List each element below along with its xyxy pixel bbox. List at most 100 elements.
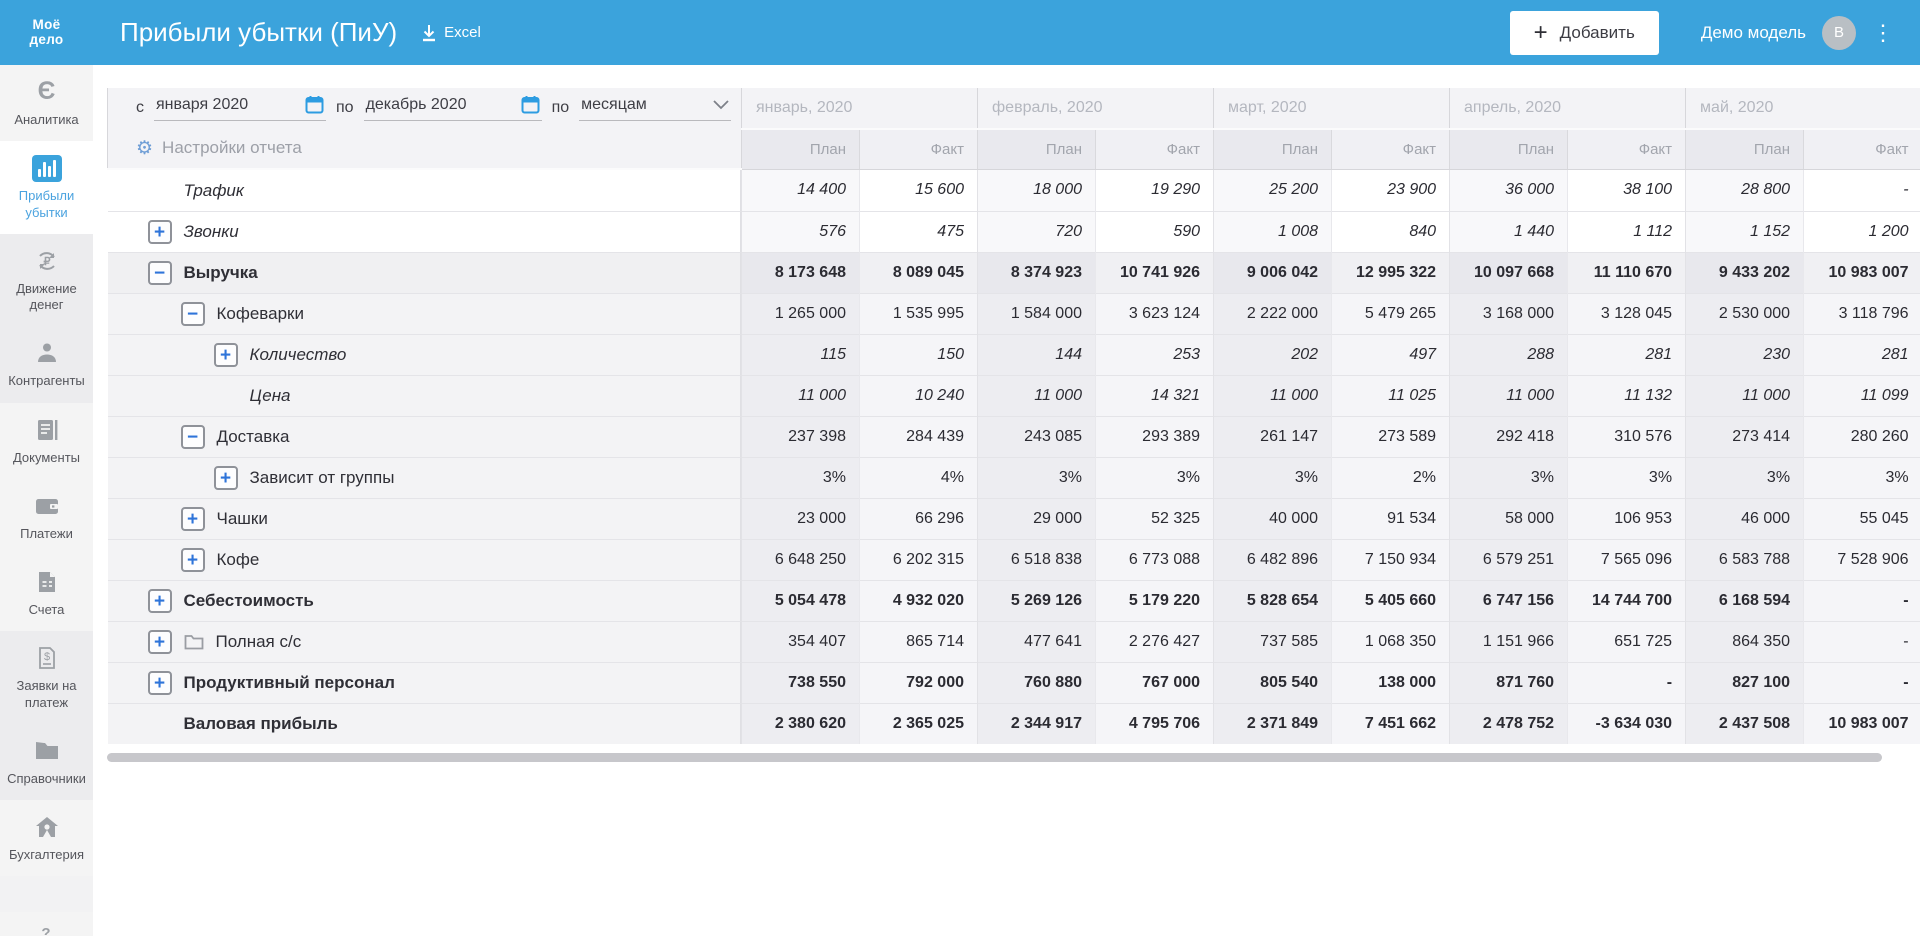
add-button[interactable]: + Добавить <box>1509 10 1659 55</box>
row-label: Продуктивный персонал <box>183 673 395 692</box>
wallet-icon <box>33 492 61 520</box>
fact-cell: - <box>1803 169 1920 211</box>
fact-cell: 310 576 <box>1567 415 1686 457</box>
question-hand-icon: ? <box>34 925 60 936</box>
fact-cell: 106 953 <box>1567 497 1686 539</box>
expand-button[interactable]: + <box>213 343 238 367</box>
collapse-button[interactable]: − <box>180 302 205 326</box>
sidebar-item-directories[interactable]: Справочники <box>0 723 93 800</box>
model-selector[interactable]: Демо модель <box>1701 23 1806 43</box>
sidebar-item-payment-requests[interactable]: $ Заявки на платеж <box>0 631 93 724</box>
sidebar-item-training[interactable]: ? Обучение <box>0 912 93 936</box>
row-label: Кофе <box>216 550 260 569</box>
sidebar-item-cash-flow[interactable]: ₽ Движение денег <box>0 233 93 327</box>
period-select[interactable]: месяцам <box>579 95 732 121</box>
fact-cell: 7 150 934 <box>1331 538 1450 580</box>
folder-icon <box>33 737 61 765</box>
horizontal-scrollbar[interactable] <box>107 753 1882 762</box>
sidebar-item-accounting[interactable]: Бухгалтерия <box>0 800 93 877</box>
date-to-input[interactable]: декабрь 2020 <box>363 95 542 121</box>
fact-cell: 7 451 662 <box>1331 702 1450 744</box>
sidebar-item-label: Платежи <box>20 525 73 541</box>
plan-cell: 1 440 <box>1449 210 1568 252</box>
fact-cell: 590 <box>1094 210 1214 252</box>
plan-cell: 6 579 251 <box>1449 538 1568 580</box>
plan-cell: 8 374 923 <box>977 251 1096 293</box>
expand-button[interactable]: + <box>147 589 172 613</box>
plan-cell: 144 <box>977 333 1096 375</box>
month-header: март, 2020 <box>1213 88 1450 130</box>
logo-line2: дело <box>29 31 64 47</box>
fact-cell: 6 773 088 <box>1094 538 1214 580</box>
plan-cell: 230 <box>1685 333 1804 375</box>
date-from-input[interactable]: января 2020 <box>154 95 326 121</box>
plan-cell: 576 <box>741 210 860 252</box>
sidebar-item-counterparties[interactable]: Контрагенты <box>0 326 93 403</box>
row-label: Выручка <box>183 263 258 282</box>
table-row: − Кофеварки 1 265 000 1 535 995 1 584 000 3 6… <box>107 292 1920 334</box>
fact-cell: 253 <box>1094 333 1214 375</box>
expand-button[interactable]: + <box>147 671 172 695</box>
plan-cell: 243 085 <box>977 415 1096 457</box>
app-logo[interactable]: Моё дело <box>0 17 93 48</box>
from-label: с <box>136 99 144 116</box>
date-from-value: января 2020 <box>156 95 249 113</box>
plan-cell: 1 152 <box>1685 210 1804 252</box>
plan-cell: 11 000 <box>1449 374 1568 416</box>
fact-cell: 7 565 096 <box>1567 538 1686 580</box>
expand-button[interactable]: + <box>180 548 205 572</box>
plan-cell: 11 000 <box>1685 374 1804 416</box>
collapse-button[interactable]: − <box>180 425 205 449</box>
plan-cell: 261 147 <box>1213 415 1332 457</box>
row-label-cell: + Зависит от группы <box>107 457 741 498</box>
home-icon <box>33 813 61 841</box>
svg-text:?: ? <box>41 925 50 936</box>
svg-text:₽: ₽ <box>43 256 50 268</box>
row-label-cell: − Кофеварки <box>107 293 741 334</box>
avatar[interactable]: B <box>1822 15 1856 50</box>
sidebar-item-invoices[interactable]: Счета <box>0 555 93 632</box>
plan-cell: 1 584 000 <box>977 292 1096 334</box>
row-label: Доставка <box>216 427 290 446</box>
expand-button[interactable]: + <box>147 630 172 654</box>
fact-cell: 10 983 007 <box>1803 251 1920 293</box>
calendar-icon[interactable] <box>521 95 540 114</box>
row-label-cell: − Выручка <box>107 252 741 293</box>
plan-cell: 115 <box>741 333 860 375</box>
fact-cell: 293 389 <box>1094 415 1214 457</box>
report-settings-link[interactable]: ⚙ Настройки отчета <box>122 128 741 168</box>
expand-button[interactable]: + <box>213 466 238 490</box>
subheader-fact: Факт <box>859 128 978 170</box>
table-row: + Зависит от группы 3% 4% 3% 3% 3% 2% 3% 3% 3% 3% <box>107 456 1920 498</box>
expand-button[interactable]: + <box>147 220 172 244</box>
row-label: Себестоимость <box>183 591 314 610</box>
period-value: месяцам <box>581 95 647 113</box>
fact-cell: 55 045 <box>1803 497 1920 539</box>
plan-cell: 2 371 849 <box>1213 702 1332 744</box>
fact-cell: 280 260 <box>1803 415 1920 457</box>
row-label-cell: + Себестоимость <box>107 580 741 621</box>
excel-export-button[interactable]: Excel <box>421 24 481 42</box>
sidebar-item-analytics[interactable]: Є Аналитика <box>0 65 93 142</box>
sidebar-item-profit-loss[interactable]: Прибыли убытки <box>0 141 93 234</box>
row-label: Трафик <box>183 180 244 200</box>
subheader-plan: План <box>1685 128 1804 170</box>
fact-cell: 14 321 <box>1094 374 1214 416</box>
plan-cell: 58 000 <box>1449 497 1568 539</box>
plan-cell: 2 437 508 <box>1685 702 1804 744</box>
kebab-menu-icon[interactable]: ⋮ <box>1872 21 1894 44</box>
table-row: − Выручка 8 173 648 8 089 045 8 374 923 10 74… <box>107 251 1920 293</box>
calendar-icon[interactable] <box>305 95 324 114</box>
download-icon <box>421 24 437 42</box>
plan-cell: 6 648 250 <box>741 538 860 580</box>
table-row: + Продуктивный персонал 738 550 792 000 760 … <box>107 661 1920 703</box>
sidebar-item-payments[interactable]: Платежи <box>0 478 93 555</box>
fact-cell: 4 795 706 <box>1094 702 1214 744</box>
table-row: + Звонки 576 475 720 590 1 008 840 1 440 1 112 1 1… <box>107 210 1920 252</box>
expand-button[interactable]: + <box>180 507 205 531</box>
fact-cell: 3% <box>1803 456 1920 498</box>
plan-cell: 6 518 838 <box>977 538 1096 580</box>
collapse-button[interactable]: − <box>147 261 172 285</box>
date-to-value: декабрь 2020 <box>365 95 467 113</box>
sidebar-item-documents[interactable]: Документы <box>0 402 93 479</box>
